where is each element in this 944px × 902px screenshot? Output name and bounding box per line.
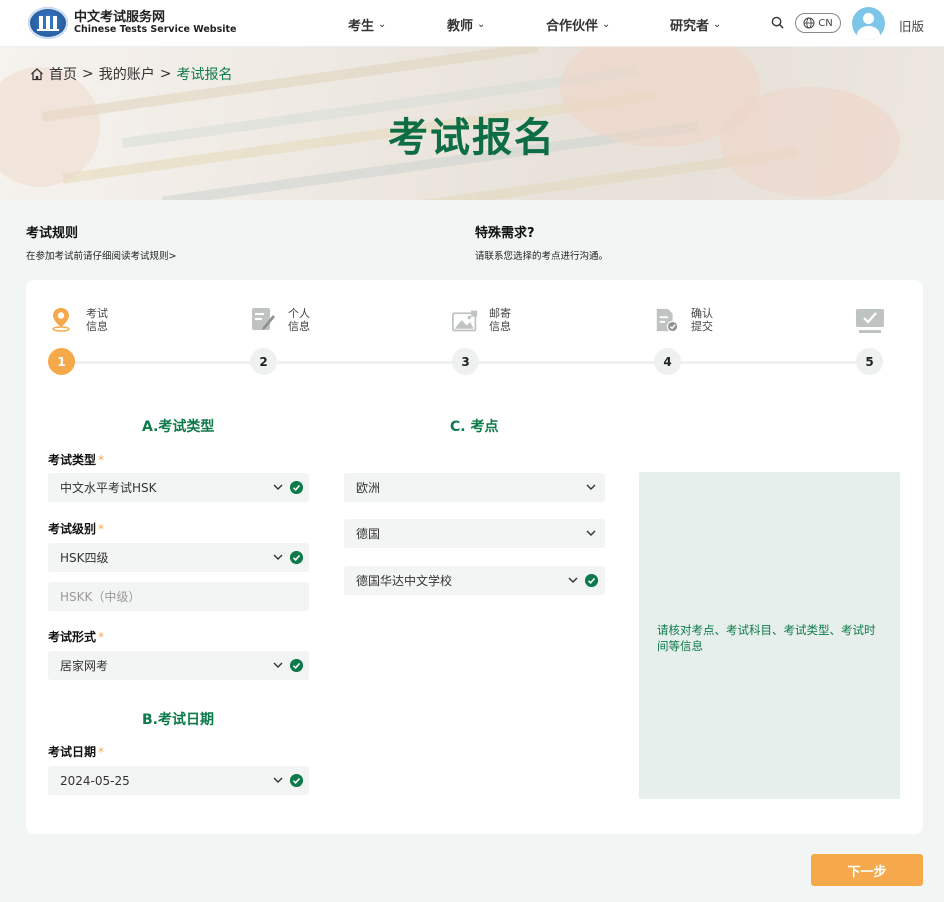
logo-title-en: Chinese Tests Service Website — [74, 23, 237, 35]
document-check-icon — [656, 308, 679, 333]
nav-teachers-label: 教师 — [447, 19, 474, 34]
check-circle-icon — [290, 551, 303, 564]
breadcrumb: 首页 > 我的账户 > 考试报名 — [30, 64, 232, 84]
chevron-down-icon — [586, 530, 596, 536]
nav-researchers-label: 研究者 — [670, 19, 710, 34]
site-logo[interactable]: 中文考试服务网 Chinese Tests Service Website — [28, 7, 237, 39]
nav-candidates[interactable]: 考生 ⌄ — [348, 15, 386, 34]
chevron-down-icon: ⌄ — [713, 19, 722, 30]
monitor-check-icon — [856, 309, 884, 333]
page-title: 考试报名 — [388, 115, 556, 161]
hskk-placeholder: HSKK（中级） — [60, 590, 141, 604]
section-exam-type-title: A.考试类型 — [142, 419, 215, 435]
exam-rules-link[interactable]: 在参加考试前请仔细阅读考试规则> — [26, 248, 176, 262]
step-2-label: 个人 信息 — [288, 307, 310, 333]
chevron-down-icon: ⌄ — [477, 19, 486, 30]
step-3-label: 邮寄 信息 — [489, 307, 511, 333]
exam-date-label: 考试日期 * — [48, 745, 105, 759]
nav-teachers[interactable]: 教师 ⌄ — [447, 15, 485, 34]
section-exam-date-title: B.考试日期 — [142, 712, 214, 728]
image-icon — [452, 310, 478, 332]
exam-format-value: 居家网考 — [60, 659, 109, 673]
language-switcher[interactable]: CN — [795, 13, 841, 33]
language-label: CN — [818, 17, 833, 29]
step-1-label: 考试 信息 — [86, 307, 108, 333]
chevron-down-icon: ⌄ — [602, 19, 611, 30]
breadcrumb-separator: > — [82, 66, 94, 82]
home-icon[interactable] — [30, 67, 44, 81]
check-circle-icon — [290, 659, 303, 672]
exam-format-select[interactable]: 居家网考 — [48, 651, 309, 680]
country-select[interactable]: 德国 — [344, 519, 605, 548]
chevron-down-icon — [568, 577, 578, 583]
site-header: 中文考试服务网 Chinese Tests Service Website 考生… — [0, 0, 944, 47]
chevron-down-icon — [273, 777, 283, 783]
chevron-down-icon — [273, 662, 283, 668]
breadcrumb-current: 考试报名 — [176, 67, 233, 83]
step-4-dot: 4 — [654, 348, 681, 375]
test-center-select[interactable]: 德国华达中文学校 — [344, 566, 605, 595]
test-center-value: 德国华达中文学校 — [356, 574, 453, 588]
breadcrumb-separator: > — [159, 66, 172, 82]
exam-type-label: 考试类型 * — [48, 453, 105, 467]
old-version-link[interactable]: 旧版 — [899, 16, 924, 35]
exam-level-value: HSK四级 — [60, 551, 109, 565]
location-pin-icon — [52, 308, 70, 332]
confirmation-note-text: 请核对考点、考试科目、考试类型、考试时间等信息 — [657, 623, 876, 654]
step-4-label: 确认 提交 — [691, 307, 713, 333]
user-avatar[interactable] — [852, 7, 885, 40]
logo-title-cn: 中文考试服务网 — [74, 9, 166, 25]
chevron-down-icon: ⌄ — [378, 19, 387, 30]
special-needs-text: 请联系您选择的考点进行沟通。 — [475, 251, 609, 262]
hskk-select[interactable]: HSKK（中级） — [48, 582, 309, 611]
nav-partners-label: 合作伙伴 — [546, 19, 599, 34]
exam-rules-title: 考试规则 — [26, 226, 79, 241]
exam-level-label: 考试级别 * — [48, 522, 105, 536]
nav-researchers[interactable]: 研究者 ⌄ — [670, 15, 721, 34]
section-test-center-title: C. 考点 — [450, 419, 499, 435]
exam-date-select[interactable]: 2024-05-25 — [48, 766, 309, 795]
check-circle-icon — [585, 574, 598, 587]
logo-emblem-icon — [28, 7, 68, 39]
step-3-dot: 3 — [452, 348, 479, 375]
step-2-dot: 2 — [250, 348, 277, 375]
search-icon[interactable] — [771, 16, 784, 29]
exam-level-select[interactable]: HSK四级 — [48, 543, 309, 572]
check-circle-icon — [290, 774, 303, 787]
next-step-button[interactable]: 下一步 — [811, 854, 923, 886]
country-value: 德国 — [356, 527, 381, 541]
exam-type-select[interactable]: 中文水平考试HSK — [48, 473, 309, 502]
special-needs-block: 特殊需求? 请联系您选择的考点进行沟通。 — [475, 222, 608, 262]
special-needs-title: 特殊需求? — [475, 226, 535, 241]
exam-date-value: 2024-05-25 — [60, 773, 130, 788]
check-circle-icon — [290, 481, 303, 494]
globe-icon — [803, 17, 815, 29]
chevron-down-icon — [273, 554, 283, 560]
chevron-down-icon — [586, 484, 596, 490]
exam-rules-block[interactable]: 考试规则 在参加考试前请仔细阅读考试规则> — [26, 222, 176, 262]
region-select[interactable]: 欧洲 — [344, 473, 605, 502]
exam-type-value: 中文水平考试HSK — [60, 481, 157, 495]
chevron-down-icon — [273, 484, 283, 490]
region-value: 欧洲 — [356, 481, 381, 495]
nav-candidates-label: 考生 — [348, 19, 375, 34]
edit-form-icon — [252, 308, 275, 330]
step-1-dot: 1 — [48, 348, 75, 375]
nav-partners[interactable]: 合作伙伴 ⌄ — [546, 15, 610, 34]
breadcrumb-home[interactable]: 首页 — [49, 64, 77, 84]
exam-format-label: 考试形式 * — [48, 630, 105, 644]
breadcrumb-account[interactable]: 我的账户 — [99, 64, 155, 84]
step-5-dot: 5 — [856, 348, 883, 375]
